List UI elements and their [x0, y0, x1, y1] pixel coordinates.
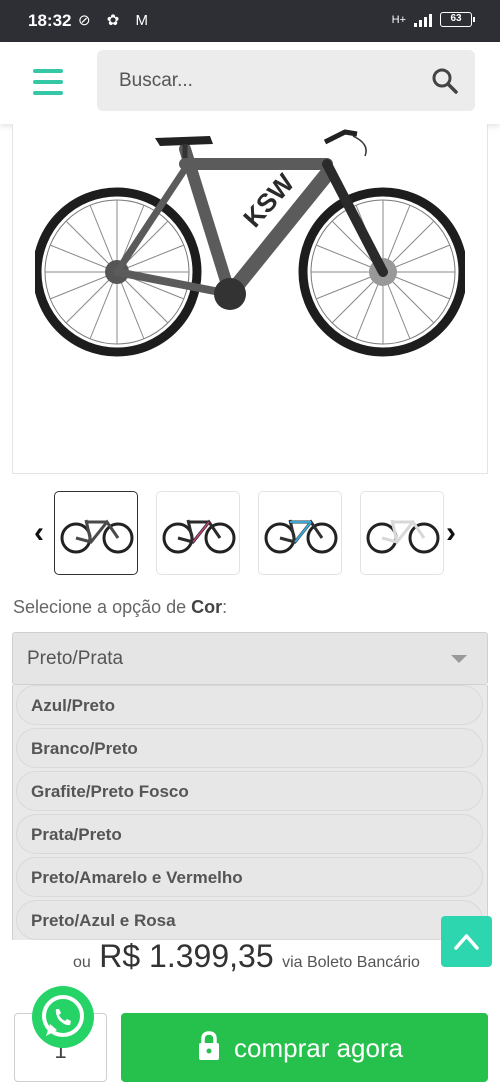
hamburger-menu-icon[interactable]: [33, 69, 63, 95]
site-header: [0, 42, 500, 124]
search-input[interactable]: [119, 68, 409, 94]
bike-thumbnail-image: [60, 519, 134, 554]
color-dropdown-list: Azul/Preto Branco/Preto Grafite/Preto Fo…: [12, 685, 488, 940]
bike-thumbnail-image: [162, 519, 236, 554]
price-prefix: ou: [73, 954, 91, 971]
bike-thumbnail-image: [366, 519, 440, 554]
label-prefix: Selecione a opção de: [13, 597, 187, 617]
status-time: 18:32: [28, 11, 72, 30]
notification-icons: ⊘ ✿ M: [78, 12, 154, 29]
thumbnail-4[interactable]: [360, 491, 444, 575]
search-bar: [97, 50, 475, 111]
color-option[interactable]: Preto/Amarelo e Vermelho: [16, 857, 483, 897]
signal-icon: [414, 13, 432, 27]
product-bike-image[interactable]: KSW: [35, 124, 465, 384]
color-select-value: Preto/Prata: [27, 648, 124, 669]
chevron-up-icon: [454, 934, 479, 950]
network-type: H+: [391, 13, 406, 26]
magnifier-icon[interactable]: [431, 67, 459, 95]
buy-now-button[interactable]: comprar agora: [121, 1013, 488, 1082]
bike-thumbnail-image: [264, 519, 338, 554]
battery-icon: 63: [440, 12, 475, 27]
label-bold: Cor: [191, 597, 223, 617]
color-option[interactable]: Grafite/Preto Fosco: [16, 771, 483, 811]
color-option[interactable]: Branco/Preto: [16, 728, 483, 768]
color-option[interactable]: Preto/Azul e Rosa: [16, 900, 483, 940]
caret-down-icon: [451, 655, 467, 663]
color-select[interactable]: Preto/Prata: [12, 632, 488, 685]
thumbnail-2[interactable]: [156, 491, 240, 575]
lock-icon: [199, 1031, 219, 1060]
product-image-frame: KSW: [12, 124, 488, 474]
status-bar: 18:32 ⊘ ✿ M H+ 63: [0, 0, 500, 42]
buy-now-label: comprar agora: [234, 1033, 404, 1063]
color-option[interactable]: Azul/Preto: [16, 685, 483, 725]
thumbnail-3[interactable]: [258, 491, 342, 575]
battery-level: 63: [450, 13, 462, 24]
thumbnail-1[interactable]: [54, 491, 138, 575]
scroll-top-button[interactable]: [441, 916, 492, 967]
color-option[interactable]: Prata/Preto: [16, 814, 483, 854]
whatsapp-icon[interactable]: [30, 984, 96, 1050]
status-right: H+ 63: [391, 12, 475, 27]
color-select-label: Selecione a opção de Cor:: [13, 597, 227, 618]
chevron-right-icon[interactable]: ›: [446, 516, 456, 550]
price-suffix: via Boleto Bancário: [282, 954, 420, 971]
price-value: R$ 1.399,35: [99, 938, 274, 974]
thumbnail-carousel: ‹ ›: [0, 488, 500, 578]
label-suffix: :: [222, 597, 228, 617]
price-line: ou R$ 1.399,35 via Boleto Bancário: [73, 938, 420, 975]
chevron-left-icon[interactable]: ‹: [34, 516, 44, 550]
